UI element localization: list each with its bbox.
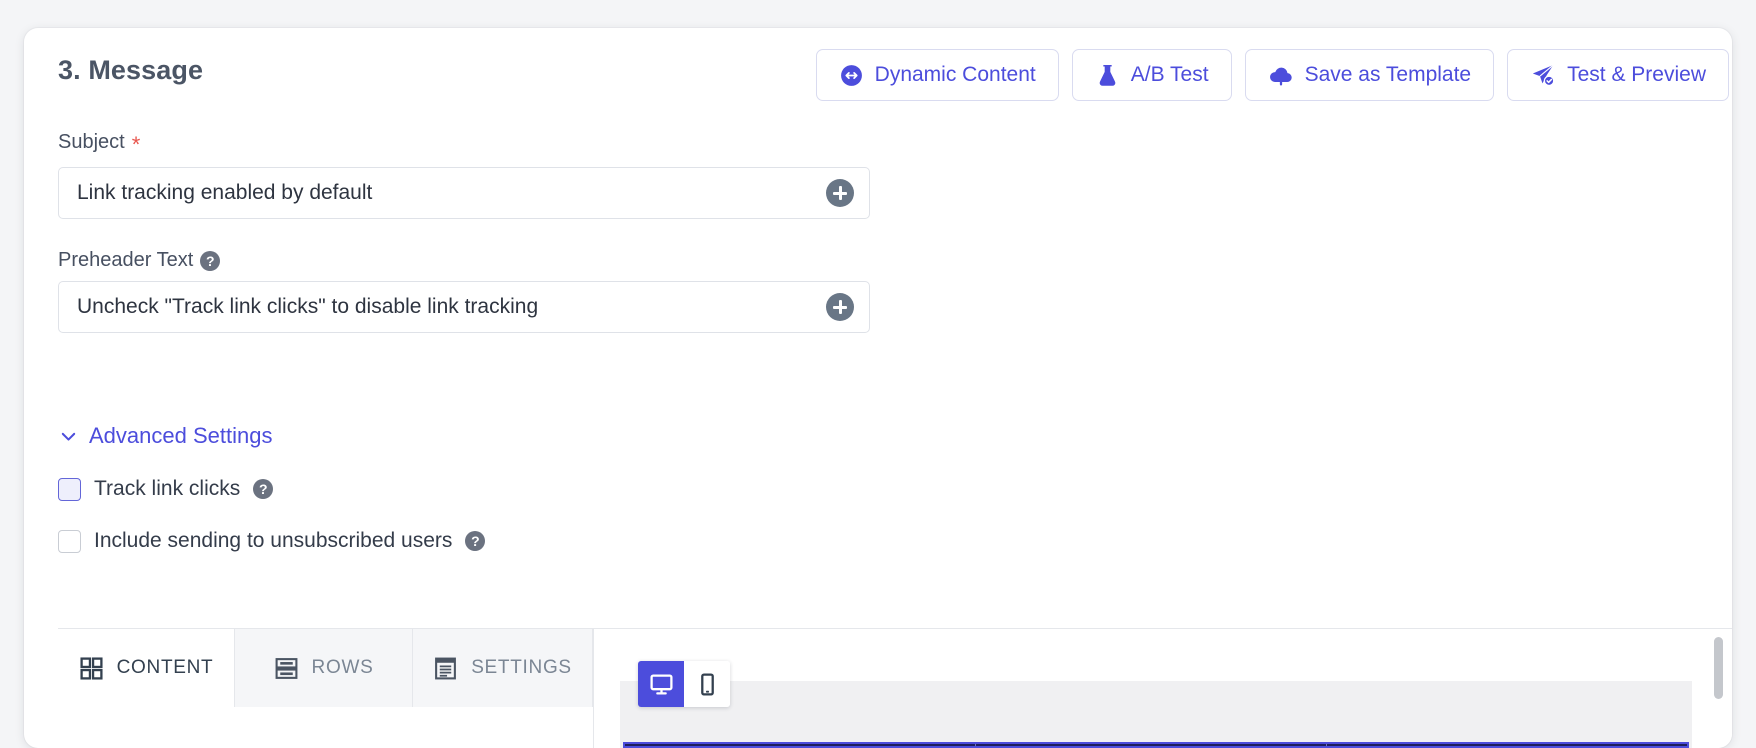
preheader-label: Preheader Text ?	[58, 249, 221, 272]
preheader-plus-circle-icon[interactable]	[826, 293, 854, 321]
send-check-icon	[1530, 62, 1556, 88]
ab-test-button[interactable]: A/B Test	[1071, 49, 1232, 101]
tab-rows[interactable]: ROWS	[235, 629, 413, 707]
device-desktop-button[interactable]	[638, 661, 684, 707]
tab-settings-label: SETTINGS	[471, 657, 572, 678]
include-unsubscribed-help-icon[interactable]: ?	[465, 531, 486, 551]
grid-icon	[79, 656, 104, 681]
rows-icon	[274, 656, 299, 681]
email-preview-pane	[593, 629, 1732, 748]
settings-icon	[433, 656, 458, 681]
cloud-upload-icon	[1268, 62, 1294, 88]
card-header: 3. Message Dynamic Content A/B Test Save…	[24, 28, 1732, 120]
include-unsubscribed-label: Include sending to unsubscribed users	[94, 529, 453, 552]
device-toggle	[638, 661, 730, 707]
header-actions: Dynamic Content A/B Test Save as Templat…	[815, 49, 1729, 101]
preview-scrollbar[interactable]	[1714, 637, 1723, 748]
email-editor: CONTENT ROWS SETTINGS	[58, 628, 1732, 748]
preheader-input[interactable]: Uncheck "Track link clicks" to disable l…	[58, 281, 870, 333]
dynamic-content-label: Dynamic Content	[874, 63, 1036, 86]
track-link-clicks-row[interactable]: Track link clicks ?	[58, 477, 274, 501]
track-link-clicks-checkbox[interactable]	[58, 477, 81, 501]
subject-plus-circle-icon[interactable]	[826, 179, 854, 207]
required-asterisk: *	[131, 131, 141, 157]
subject-value: Link tracking enabled by default	[77, 181, 373, 204]
chevron-down-icon	[58, 426, 79, 447]
preheader-value: Uncheck "Track link clicks" to disable l…	[77, 295, 539, 318]
message-step-card: 3. Message Dynamic Content A/B Test Save…	[24, 28, 1732, 748]
editor-tabstrip: CONTENT ROWS SETTINGS	[58, 629, 593, 747]
advanced-settings-toggle[interactable]: Advanced Settings	[58, 423, 272, 449]
include-unsubscribed-row[interactable]: Include sending to unsubscribed users ?	[58, 529, 486, 553]
dynamic-content-icon	[839, 63, 864, 88]
flask-icon	[1095, 63, 1120, 88]
device-mobile-button[interactable]	[684, 661, 730, 707]
preview-scrollbar-thumb[interactable]	[1714, 637, 1723, 699]
ab-test-label: A/B Test	[1130, 63, 1209, 86]
column-divider	[1325, 744, 1327, 746]
column-divider	[975, 744, 977, 746]
save-as-template-button[interactable]: Save as Template	[1244, 49, 1495, 101]
desktop-icon	[649, 672, 674, 697]
mobile-icon	[695, 672, 720, 697]
tab-settings[interactable]: SETTINGS	[413, 629, 593, 707]
page-title: 3. Message	[58, 55, 204, 85]
track-link-clicks-label: Track link clicks	[94, 477, 241, 500]
save-as-template-label: Save as Template	[1304, 63, 1472, 86]
subject-label: Subject *	[58, 131, 141, 157]
subject-input[interactable]: Link tracking enabled by default	[58, 167, 870, 219]
track-link-clicks-help-icon[interactable]: ?	[253, 479, 274, 499]
advanced-settings-label: Advanced Settings	[89, 423, 273, 448]
email-header-block[interactable]	[623, 742, 1689, 748]
test-and-preview-button[interactable]: Test & Preview	[1507, 49, 1729, 101]
preheader-help-icon[interactable]: ?	[200, 250, 221, 271]
email-canvas	[620, 681, 1692, 748]
tab-rows-label: ROWS	[311, 657, 374, 678]
tab-content[interactable]: CONTENT	[58, 629, 235, 707]
tab-content-label: CONTENT	[116, 657, 214, 678]
dynamic-content-button[interactable]: Dynamic Content	[815, 49, 1059, 101]
include-unsubscribed-checkbox[interactable]	[58, 529, 81, 553]
test-and-preview-label: Test & Preview	[1567, 63, 1706, 86]
